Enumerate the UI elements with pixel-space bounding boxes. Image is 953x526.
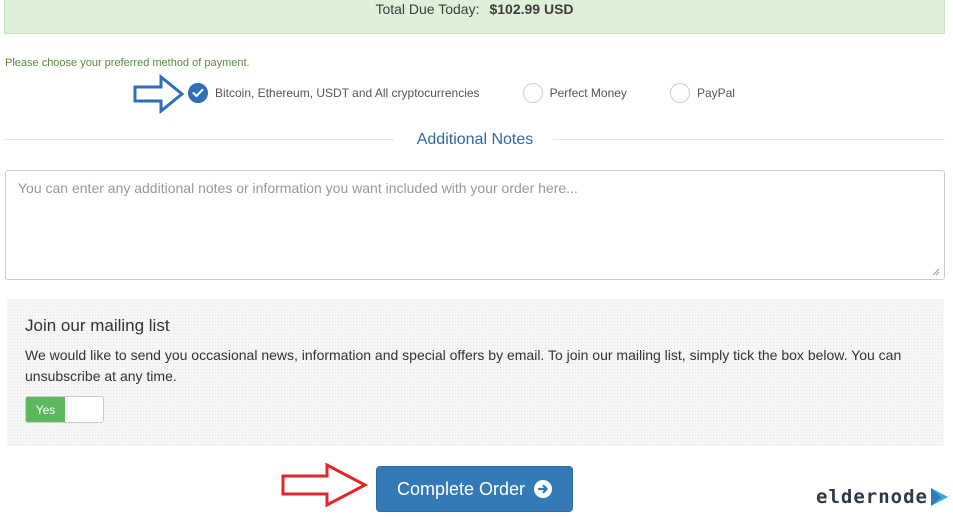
mailing-list-toggle[interactable]: Yes	[25, 396, 104, 423]
additional-notes-title: Additional Notes	[416, 131, 534, 148]
payment-option-crypto[interactable]: Bitcoin, Ethereum, USDT and All cryptocu…	[188, 83, 480, 103]
total-due-amount: $102.99 USD	[489, 1, 574, 17]
radio-crypto[interactable]	[188, 83, 208, 103]
complete-order-label: Complete Order	[396, 478, 526, 499]
payment-option-perfect-money[interactable]: Perfect Money	[522, 83, 627, 103]
radio-paypal[interactable]	[669, 83, 690, 103]
total-due-bar: Total Due Today: $102.99 USD	[4, 0, 945, 34]
logo-play-icon	[930, 488, 948, 506]
payment-option-crypto-label: Bitcoin, Ethereum, USDT and All cryptocu…	[215, 86, 480, 100]
resize-grip-icon[interactable]	[930, 266, 940, 276]
additional-notes-header: Additional Notes	[5, 130, 945, 152]
payment-option-perfect-money-label: Perfect Money	[549, 86, 627, 100]
eldernode-logo: eldernode	[816, 486, 951, 508]
payment-option-paypal[interactable]: PayPal	[669, 83, 735, 103]
total-due-label: Total Due Today:	[375, 1, 480, 17]
toggle-yes-label: Yes	[26, 397, 65, 422]
mailing-list-panel: Join our mailing list We would like to s…	[7, 299, 944, 446]
payment-method-prompt: Please choose your preferred method of p…	[5, 57, 250, 69]
complete-order-button[interactable]: Complete Order	[376, 466, 573, 512]
mailing-list-description: We would like to send you occasional new…	[25, 347, 902, 384]
red-arrow-icon	[281, 462, 369, 508]
blue-arrow-icon	[133, 74, 185, 114]
payment-options: Bitcoin, Ethereum, USDT and All cryptocu…	[188, 81, 778, 105]
radio-perfect-money[interactable]	[522, 83, 543, 103]
check-icon	[192, 88, 204, 97]
additional-notes-textarea[interactable]	[5, 170, 945, 280]
payment-option-paypal-label: PayPal	[696, 86, 735, 100]
arrow-circle-right-icon	[534, 480, 553, 498]
logo-text: eldernode	[816, 486, 928, 508]
mailing-list-title: Join our mailing list	[25, 316, 170, 335]
